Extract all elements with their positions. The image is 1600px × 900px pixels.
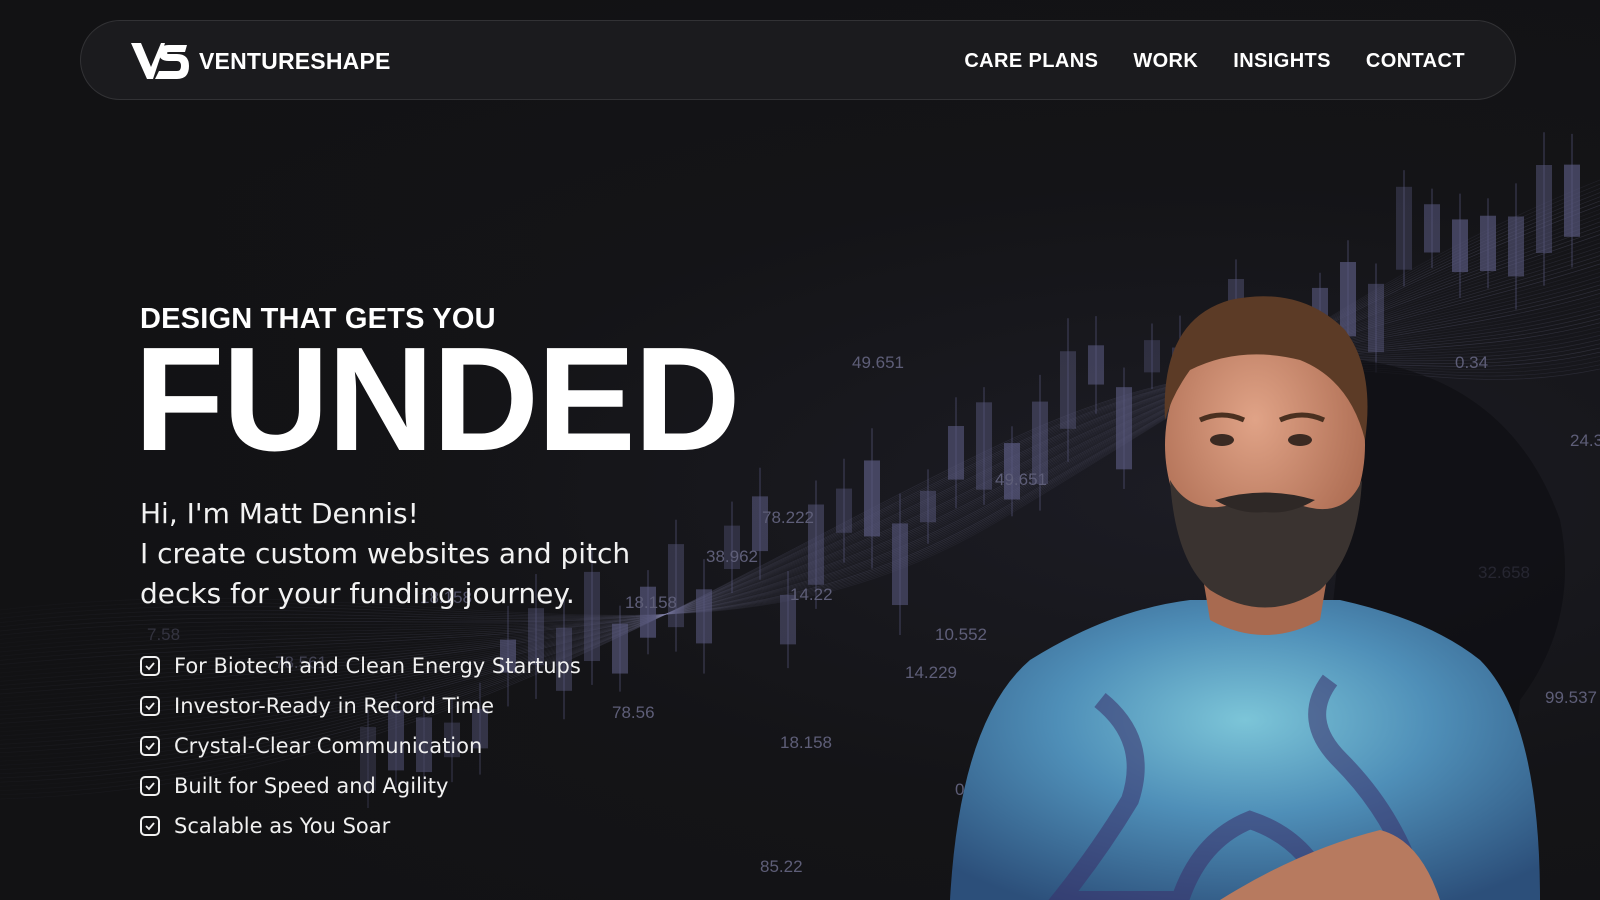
page: 49.65149.65178.22238.96218.15810.55214.2… bbox=[0, 0, 1600, 900]
feature-label: Investor-Ready in Record Time bbox=[174, 694, 495, 718]
checkbox-check-icon bbox=[140, 776, 160, 796]
nav-item-work[interactable]: WORK bbox=[1133, 50, 1198, 73]
brand-name: VENTURESHAPE bbox=[199, 47, 391, 74]
nav-links: CARE PLANS WORK INSIGHTS CONTACT bbox=[964, 21, 1465, 101]
list-item: Built for Speed and Agility bbox=[140, 766, 581, 806]
portrait-eye-left bbox=[1210, 434, 1234, 446]
checkbox-check-icon bbox=[140, 656, 160, 676]
hero-headline: FUNDED bbox=[134, 317, 741, 482]
intro-line-1: Hi, I'm Matt Dennis! bbox=[140, 497, 419, 530]
feature-label: Crystal-Clear Communication bbox=[174, 734, 483, 758]
list-item: Investor-Ready in Record Time bbox=[140, 686, 581, 726]
nav-item-contact[interactable]: CONTACT bbox=[1366, 50, 1465, 73]
list-item: For Biotech and Clean Energy Startups bbox=[140, 646, 581, 686]
vs-monogram-icon bbox=[131, 43, 189, 79]
intro-line-3: decks for your funding journey. bbox=[140, 577, 575, 610]
nav-item-insights[interactable]: INSIGHTS bbox=[1233, 50, 1331, 73]
checkbox-check-icon bbox=[140, 736, 160, 756]
top-nav-bar: VENTURESHAPE CARE PLANS WORK INSIGHTS CO… bbox=[80, 20, 1516, 100]
checkbox-check-icon bbox=[140, 816, 160, 836]
hero-intro: Hi, I'm Matt Dennis! I create custom web… bbox=[140, 494, 700, 614]
intro-line-2: I create custom websites and pitch bbox=[140, 537, 631, 570]
nav-item-care-plans[interactable]: CARE PLANS bbox=[964, 50, 1098, 73]
checkbox-check-icon bbox=[140, 696, 160, 716]
list-item: Crystal-Clear Communication bbox=[140, 726, 581, 766]
feature-label: Scalable as You Soar bbox=[174, 814, 391, 838]
portrait-eye-right bbox=[1288, 434, 1312, 446]
brand-logo[interactable]: VENTURESHAPE bbox=[129, 41, 391, 81]
feature-list: For Biotech and Clean Energy Startups In… bbox=[140, 646, 581, 846]
list-item: Scalable as You Soar bbox=[140, 806, 581, 846]
feature-label: Built for Speed and Agility bbox=[174, 774, 449, 798]
feature-label: For Biotech and Clean Energy Startups bbox=[174, 654, 581, 678]
